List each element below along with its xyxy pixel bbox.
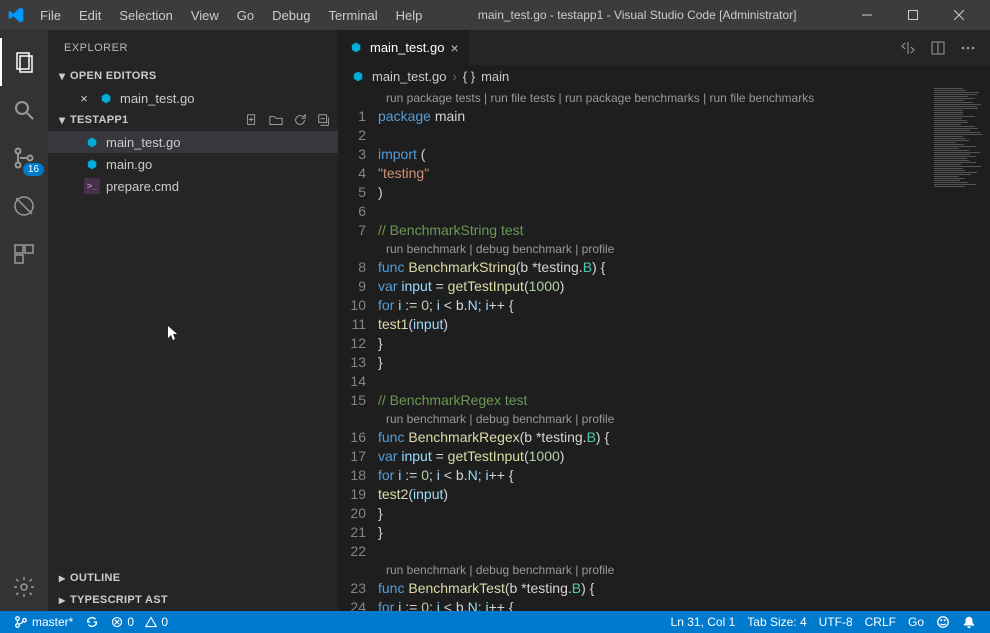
sidebar: EXPLORER ▾ OPEN EDITORS × ⬢main_test.go ▾…	[48, 30, 338, 611]
code-line[interactable]: 13}	[338, 353, 930, 372]
code-line[interactable]: 6	[338, 202, 930, 221]
split-editor-icon[interactable]	[924, 30, 952, 65]
code-line[interactable]: 1package main	[338, 107, 930, 126]
go-file-icon: ⬢	[348, 40, 364, 56]
menu-bar: FileEditSelectionViewGoDebugTerminalHelp	[32, 4, 430, 27]
sidebar-title: EXPLORER	[48, 30, 338, 65]
close-icon[interactable]: ×	[76, 91, 92, 106]
breadcrumb[interactable]: ⬢ main_test.go › { } main	[338, 65, 990, 87]
codelens[interactable]: run benchmark | debug benchmark | profil…	[378, 410, 930, 428]
cmd-file-icon: >_	[84, 178, 100, 194]
codelens[interactable]: run package tests | run file tests | run…	[378, 89, 930, 107]
go-file-icon: ⬢	[350, 68, 366, 84]
status-sync[interactable]	[79, 615, 105, 629]
scm-badge: 16	[23, 163, 44, 176]
code-line[interactable]: 15// BenchmarkRegex test	[338, 391, 930, 410]
vscode-logo-icon	[8, 7, 24, 23]
cursor-icon	[166, 325, 182, 341]
status-problems[interactable]: 0 0	[105, 615, 174, 629]
status-bar: master* 0 0 Ln 31, Col 1 Tab Size: 4 UTF…	[0, 611, 990, 633]
activity-source-control[interactable]: 16	[0, 134, 48, 182]
minimap[interactable]	[930, 87, 990, 611]
menu-help[interactable]: Help	[388, 4, 431, 27]
file-item[interactable]: ⬢main.go	[48, 153, 338, 175]
code-line[interactable]: 4 "testing"	[338, 164, 930, 183]
code-line[interactable]: 20 }	[338, 504, 930, 523]
code-line[interactable]: 7// BenchmarkString test	[338, 221, 930, 240]
code-line[interactable]: 3import (	[338, 145, 930, 164]
new-folder-icon[interactable]	[266, 110, 286, 130]
code-line[interactable]: 21}	[338, 523, 930, 542]
window-close[interactable]	[936, 0, 982, 30]
menu-debug[interactable]: Debug	[264, 4, 318, 27]
code-line[interactable]: 9 var input = getTestInput(1000)	[338, 277, 930, 296]
menu-go[interactable]: Go	[229, 4, 262, 27]
editor-group: ⬢ main_test.go × ⬢ main_test.go › { } ma…	[338, 30, 990, 611]
more-icon[interactable]	[954, 30, 982, 65]
status-cursor-position[interactable]: Ln 31, Col 1	[665, 615, 742, 629]
menu-edit[interactable]: Edit	[71, 4, 109, 27]
typescript-ast-header[interactable]: ▸ TYPESCRIPT AST	[48, 589, 338, 611]
tab-main-test-go[interactable]: ⬢ main_test.go ×	[338, 30, 470, 65]
code-line[interactable]: 12 }	[338, 334, 930, 353]
outline-header[interactable]: ▸ OUTLINE	[48, 567, 338, 589]
file-item[interactable]: ⬢main_test.go	[48, 131, 338, 153]
status-tab-size[interactable]: Tab Size: 4	[741, 615, 812, 629]
chevron-right-icon: ▸	[54, 593, 70, 607]
titlebar: FileEditSelectionViewGoDebugTerminalHelp…	[0, 0, 990, 30]
close-icon[interactable]: ×	[450, 40, 458, 56]
code-line[interactable]: 18 for i := 0; i < b.N; i++ {	[338, 466, 930, 485]
code-line[interactable]: 10 for i := 0; i < b.N; i++ {	[338, 296, 930, 315]
chevron-right-icon: ▸	[54, 571, 70, 585]
menu-view[interactable]: View	[183, 4, 227, 27]
activity-extensions[interactable]	[0, 230, 48, 278]
menu-file[interactable]: File	[32, 4, 69, 27]
chevron-down-icon: ▾	[54, 69, 70, 83]
new-file-icon[interactable]	[242, 110, 262, 130]
code-editor[interactable]: run package tests | run file tests | run…	[338, 87, 930, 611]
code-line[interactable]: 22	[338, 542, 930, 561]
file-item[interactable]: >_prepare.cmd	[48, 175, 338, 197]
refresh-icon[interactable]	[290, 110, 310, 130]
activity-settings[interactable]	[0, 563, 48, 611]
status-language[interactable]: Go	[902, 615, 930, 629]
open-editor-item[interactable]: ×⬢main_test.go	[48, 87, 338, 109]
code-line[interactable]: 2	[338, 126, 930, 145]
code-line[interactable]: 5)	[338, 183, 930, 202]
status-feedback[interactable]	[930, 615, 956, 629]
open-editors-header[interactable]: ▾ OPEN EDITORS	[48, 65, 338, 87]
go-file-icon: ⬢	[84, 156, 100, 172]
status-notifications[interactable]	[956, 615, 982, 629]
code-line[interactable]: 23func BenchmarkTest(b *testing.B) {	[338, 579, 930, 598]
menu-terminal[interactable]: Terminal	[320, 4, 385, 27]
activity-search[interactable]	[0, 86, 48, 134]
codelens[interactable]: run benchmark | debug benchmark | profil…	[378, 561, 930, 579]
folder-header[interactable]: ▾ TESTAPP1	[48, 109, 338, 131]
window-maximize[interactable]	[890, 0, 936, 30]
activity-bar: 16	[0, 30, 48, 611]
compare-icon[interactable]	[894, 30, 922, 65]
status-branch[interactable]: master*	[8, 615, 79, 629]
code-line[interactable]: 11 test1(input)	[338, 315, 930, 334]
menu-selection[interactable]: Selection	[111, 4, 180, 27]
status-encoding[interactable]: UTF-8	[813, 615, 859, 629]
code-line[interactable]: 8func BenchmarkString(b *testing.B) {	[338, 258, 930, 277]
collapse-all-icon[interactable]	[314, 110, 334, 130]
code-line[interactable]: 14	[338, 372, 930, 391]
code-line[interactable]: 19 test2(input)	[338, 485, 930, 504]
tab-bar: ⬢ main_test.go ×	[338, 30, 990, 65]
code-line[interactable]: 17 var input = getTestInput(1000)	[338, 447, 930, 466]
go-file-icon: ⬢	[84, 134, 100, 150]
activity-debug[interactable]	[0, 182, 48, 230]
code-line[interactable]: 24 for i := 0; i < b.N; i++ {	[338, 598, 930, 611]
activity-explorer[interactable]	[0, 38, 48, 86]
codelens[interactable]: run benchmark | debug benchmark | profil…	[378, 240, 930, 258]
status-eol[interactable]: CRLF	[859, 615, 902, 629]
code-line[interactable]: 16func BenchmarkRegex(b *testing.B) {	[338, 428, 930, 447]
window-title: main_test.go - testapp1 - Visual Studio …	[430, 8, 844, 22]
chevron-down-icon: ▾	[54, 113, 70, 127]
window-minimize[interactable]	[844, 0, 890, 30]
go-file-icon: ⬢	[98, 90, 114, 106]
